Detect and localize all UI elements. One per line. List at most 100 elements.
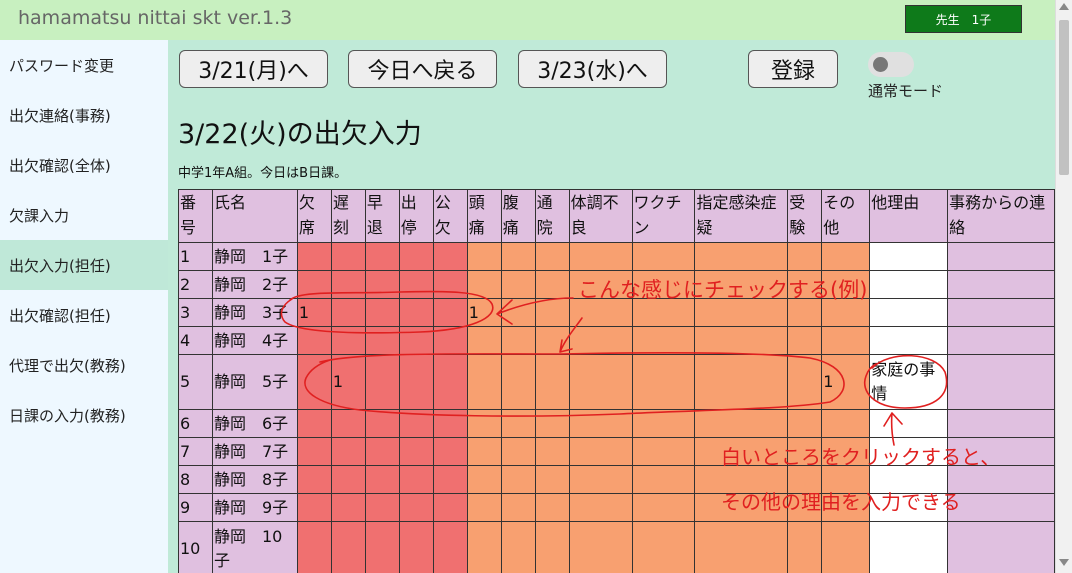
cell-other[interactable] <box>821 270 871 299</box>
cell-absent[interactable] <box>296 242 332 271</box>
cell-infection-suspect[interactable] <box>694 465 789 494</box>
cell-official-absence[interactable] <box>432 298 468 327</box>
sidebar-item-attendance-check-all[interactable]: 出欠確認(全体) <box>0 140 168 190</box>
cell-official-absence[interactable] <box>432 354 468 410</box>
cell-hospital[interactable] <box>534 437 570 466</box>
cell-early-leave[interactable] <box>364 242 400 271</box>
cell-infection-suspect[interactable] <box>694 270 789 299</box>
cell-early-leave[interactable] <box>364 465 400 494</box>
cell-stomachache[interactable] <box>500 326 536 355</box>
cell-unwell[interactable] <box>568 326 633 355</box>
cell-other[interactable] <box>821 298 871 327</box>
cell-suspension[interactable] <box>398 493 434 522</box>
vertical-scrollbar[interactable] <box>1055 0 1072 573</box>
cell-late[interactable] <box>330 493 366 522</box>
cell-absent[interactable] <box>296 465 332 494</box>
cell-headache[interactable] <box>466 326 502 355</box>
sidebar-item-password-change[interactable]: パスワード変更 <box>0 40 168 90</box>
cell-early-leave[interactable] <box>364 437 400 466</box>
cell-stomachache[interactable] <box>500 354 536 410</box>
scroll-down-arrow-icon[interactable] <box>1059 559 1069 566</box>
cell-infection-suspect[interactable] <box>694 354 789 410</box>
cell-absent[interactable] <box>296 437 332 466</box>
cell-other[interactable] <box>821 465 871 494</box>
other-reason-input[interactable] <box>869 298 949 327</box>
cell-other[interactable] <box>821 437 871 466</box>
cell-unwell[interactable] <box>568 493 633 522</box>
cell-other[interactable] <box>821 521 871 573</box>
cell-stomachache[interactable] <box>500 465 536 494</box>
cell-unwell[interactable] <box>568 465 633 494</box>
cell-hospital[interactable] <box>534 354 570 410</box>
cell-early-leave[interactable] <box>364 270 400 299</box>
cell-vaccine[interactable] <box>631 298 696 327</box>
cell-unwell[interactable] <box>568 298 633 327</box>
other-reason-input[interactable] <box>869 409 949 438</box>
cell-exam[interactable] <box>787 242 823 271</box>
cell-suspension[interactable] <box>398 521 434 573</box>
sidebar-item-proxy-attendance[interactable]: 代理で出欠(教務) <box>0 340 168 390</box>
cell-infection-suspect[interactable] <box>694 521 789 573</box>
cell-vaccine[interactable] <box>631 354 696 410</box>
cell-headache[interactable] <box>466 465 502 494</box>
cell-unwell[interactable] <box>568 521 633 573</box>
cell-exam[interactable] <box>787 493 823 522</box>
cell-suspension[interactable] <box>398 465 434 494</box>
cell-stomachache[interactable] <box>500 298 536 327</box>
cell-late[interactable] <box>330 521 366 573</box>
cell-suspension[interactable] <box>398 298 434 327</box>
cell-vaccine[interactable] <box>631 270 696 299</box>
cell-early-leave[interactable] <box>364 326 400 355</box>
cell-late[interactable] <box>330 409 366 438</box>
sidebar-item-attendance-input-homeroom[interactable]: 出欠入力(担任) <box>0 240 168 290</box>
cell-stomachache[interactable] <box>500 409 536 438</box>
cell-early-leave[interactable] <box>364 354 400 410</box>
cell-absent[interactable] <box>296 354 332 410</box>
other-reason-input[interactable] <box>869 242 949 271</box>
cell-infection-suspect[interactable] <box>694 242 789 271</box>
cell-infection-suspect[interactable] <box>694 409 789 438</box>
cell-hospital[interactable] <box>534 465 570 494</box>
cell-infection-suspect[interactable] <box>694 437 789 466</box>
user-badge[interactable]: 先生 1子 <box>905 5 1022 33</box>
cell-headache[interactable] <box>466 354 502 410</box>
cell-other[interactable]: 1 <box>821 354 871 410</box>
cell-late[interactable] <box>330 437 366 466</box>
cell-stomachache[interactable] <box>500 270 536 299</box>
cell-headache[interactable] <box>466 270 502 299</box>
cell-infection-suspect[interactable] <box>694 298 789 327</box>
cell-hospital[interactable] <box>534 409 570 438</box>
cell-unwell[interactable] <box>568 242 633 271</box>
cell-hospital[interactable] <box>534 326 570 355</box>
today-button[interactable]: 今日へ戻る <box>348 50 497 88</box>
cell-suspension[interactable] <box>398 326 434 355</box>
scroll-thumb[interactable] <box>1059 20 1069 175</box>
sidebar-item-attendance-check-homeroom[interactable]: 出欠確認(担任) <box>0 290 168 340</box>
cell-early-leave[interactable] <box>364 493 400 522</box>
cell-other[interactable] <box>821 409 871 438</box>
cell-early-leave[interactable] <box>364 521 400 573</box>
cell-stomachache[interactable] <box>500 437 536 466</box>
other-reason-input[interactable] <box>869 521 949 573</box>
cell-exam[interactable] <box>787 437 823 466</box>
cell-vaccine[interactable] <box>631 242 696 271</box>
cell-headache[interactable] <box>466 437 502 466</box>
cell-official-absence[interactable] <box>432 437 468 466</box>
cell-headache[interactable] <box>466 242 502 271</box>
sidebar-item-attendance-contact-office[interactable]: 出欠連絡(事務) <box>0 90 168 140</box>
cell-vaccine[interactable] <box>631 521 696 573</box>
cell-other[interactable] <box>821 242 871 271</box>
cell-vaccine[interactable] <box>631 465 696 494</box>
cell-vaccine[interactable] <box>631 409 696 438</box>
other-reason-input[interactable] <box>869 270 949 299</box>
cell-late[interactable] <box>330 270 366 299</box>
cell-unwell[interactable] <box>568 354 633 410</box>
cell-stomachache[interactable] <box>500 242 536 271</box>
cell-late[interactable] <box>330 298 366 327</box>
scroll-up-arrow-icon[interactable] <box>1059 3 1069 10</box>
cell-official-absence[interactable] <box>432 409 468 438</box>
cell-suspension[interactable] <box>398 354 434 410</box>
cell-exam[interactable] <box>787 270 823 299</box>
cell-suspension[interactable] <box>398 409 434 438</box>
other-reason-input[interactable]: 家庭の事情 <box>869 354 949 410</box>
